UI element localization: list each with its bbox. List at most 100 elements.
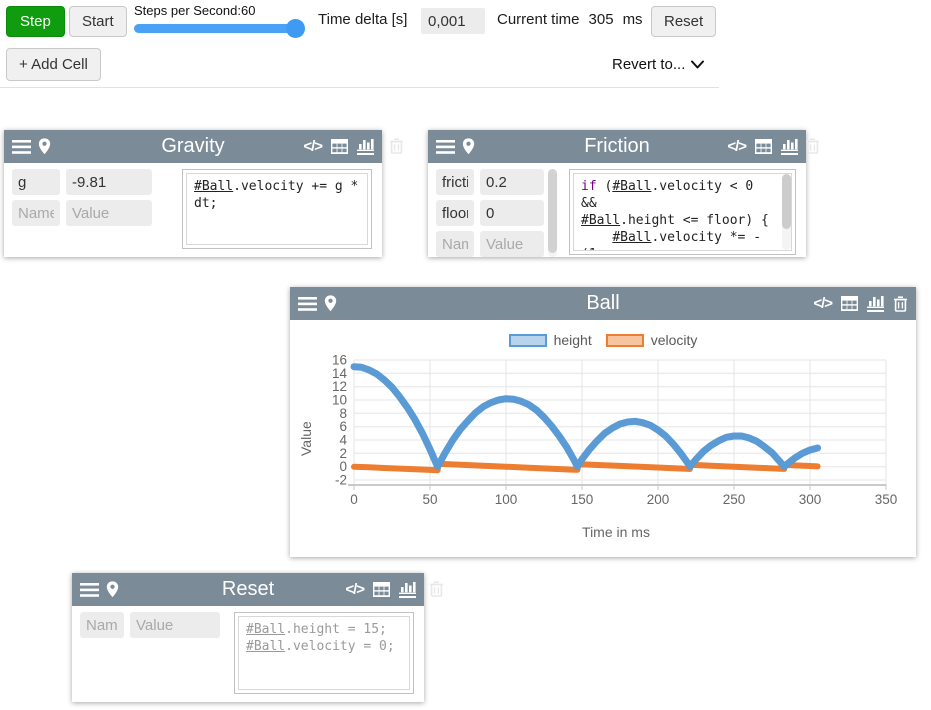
pin-icon[interactable]: [38, 138, 51, 155]
cell-gravity: Gravity </> #Ball.velocity += g *: [4, 130, 382, 257]
ball-chart[interactable]: -20246810121416050100150200250300350 Tim…: [316, 352, 916, 540]
param-value-input[interactable]: [480, 200, 544, 226]
trash-icon[interactable]: [805, 137, 820, 154]
param-value-input[interactable]: [480, 231, 544, 257]
cell-friction-header: Friction </>: [428, 130, 806, 163]
y-tick-label: 10: [332, 393, 347, 408]
table-view-icon[interactable]: [373, 582, 390, 597]
x-tick-label: 250: [723, 492, 746, 507]
param-row-empty: [80, 612, 220, 638]
revert-to-label: Revert to...: [612, 56, 685, 73]
y-tick-label: 8: [339, 406, 347, 421]
x-tick-label: 150: [571, 492, 594, 507]
cell-ball: Ball </> height velocity Value: [290, 287, 916, 557]
chart-view-icon[interactable]: [357, 138, 374, 155]
param-name-input[interactable]: [12, 169, 60, 195]
param-row: [12, 169, 152, 195]
drag-handle-icon[interactable]: [80, 583, 99, 597]
code-text[interactable]: #Ball.velocity += g * dt;: [194, 178, 360, 212]
y-tick-label: 0: [339, 459, 347, 474]
param-name-input[interactable]: [436, 200, 474, 226]
table-view-icon[interactable]: [331, 139, 348, 154]
code-view-icon[interactable]: </>: [813, 295, 832, 312]
param-row-empty: [436, 231, 544, 257]
param-row: [436, 200, 544, 226]
slider-thumb[interactable]: [286, 19, 305, 38]
drag-handle-icon[interactable]: [12, 140, 31, 154]
param-list: [436, 169, 544, 251]
trash-icon[interactable]: [389, 137, 404, 154]
step-button[interactable]: Step: [6, 6, 65, 37]
param-name-input[interactable]: [436, 169, 474, 195]
chart-view-icon[interactable]: [399, 581, 416, 598]
toolbar-divider: [0, 87, 719, 88]
pin-icon[interactable]: [106, 581, 119, 598]
drag-handle-icon[interactable]: [436, 140, 455, 154]
param-list: [12, 169, 152, 251]
chevron-down-icon: [691, 60, 704, 69]
x-tick-label: 0: [350, 492, 358, 507]
param-name-input[interactable]: [80, 612, 124, 638]
param-scrollbar[interactable]: [548, 169, 557, 257]
param-value-input[interactable]: [480, 169, 544, 195]
code-editor[interactable]: if (#Ball.velocity < 0 && #Ball.height <…: [569, 169, 796, 255]
current-time-label: Current time: [497, 11, 580, 28]
code-text[interactable]: if (#Ball.velocity < 0 && #Ball.height <…: [581, 178, 773, 251]
param-value-input[interactable]: [130, 612, 220, 638]
revert-to-dropdown[interactable]: Revert to...: [612, 56, 704, 73]
param-name-input[interactable]: [436, 231, 474, 257]
cell-ball-header: Ball </>: [290, 287, 916, 320]
trash-icon[interactable]: [429, 580, 444, 597]
series-height: [354, 367, 818, 467]
drag-handle-icon[interactable]: [298, 297, 317, 311]
y-tick-label: 16: [332, 353, 347, 368]
reset-time-button[interactable]: Reset: [651, 6, 716, 37]
start-button[interactable]: Start: [69, 6, 127, 37]
series-velocity: [354, 464, 818, 471]
legend-item-height[interactable]: height: [509, 332, 592, 348]
app-canvas: Step Start Steps per Second:60 Time delt…: [0, 0, 931, 710]
time-delta-input[interactable]: [421, 8, 485, 34]
param-row-empty: [12, 200, 152, 226]
code-editor[interactable]: #Ball.height = 15; #Ball.velocity = 0;: [234, 612, 414, 694]
chart-legend: height velocity: [290, 332, 916, 348]
x-tick-label: 100: [495, 492, 518, 507]
code-view-icon[interactable]: </>: [303, 138, 322, 155]
current-time-unit: ms: [623, 11, 643, 28]
param-value-input[interactable]: [66, 200, 152, 226]
table-view-icon[interactable]: [755, 139, 772, 154]
y-tick-label: 12: [332, 379, 347, 394]
code-view-icon[interactable]: </>: [727, 138, 746, 155]
pin-icon[interactable]: [462, 138, 475, 155]
steps-per-second-slider[interactable]: [134, 24, 297, 33]
cell-friction: Friction </>: [428, 130, 806, 257]
trash-icon[interactable]: [893, 295, 908, 312]
y-tick-label: 2: [339, 446, 347, 461]
cell-reset: Reset </> #Ball.height = 15; #Ball.veloc…: [72, 573, 424, 702]
code-view-icon[interactable]: </>: [345, 581, 364, 598]
chart-y-axis-label: Value: [298, 436, 314, 456]
ball-chart-plot[interactable]: -20246810121416050100150200250300350: [316, 352, 916, 512]
legend-label: height: [554, 332, 592, 348]
x-tick-label: 200: [647, 492, 670, 507]
code-text[interactable]: #Ball.height = 15; #Ball.velocity = 0;: [246, 621, 402, 655]
legend-swatch-velocity: [606, 334, 644, 347]
chart-view-icon[interactable]: [781, 138, 798, 155]
chart-view-icon[interactable]: [867, 295, 884, 312]
cell-gravity-header: Gravity </>: [4, 130, 382, 163]
x-tick-label: 50: [422, 492, 437, 507]
x-tick-label: 350: [875, 492, 898, 507]
add-cell-button[interactable]: + Add Cell: [6, 48, 101, 81]
pin-icon[interactable]: [324, 295, 337, 312]
table-view-icon[interactable]: [841, 296, 858, 311]
param-name-input[interactable]: [12, 200, 60, 226]
code-scrollbar[interactable]: [782, 174, 791, 250]
current-time-value: 305: [589, 11, 614, 28]
x-tick-label: 300: [799, 492, 822, 507]
code-editor[interactable]: #Ball.velocity += g * dt;: [182, 169, 372, 249]
legend-item-velocity[interactable]: velocity: [606, 332, 698, 348]
current-time-group: Current time 305 ms: [497, 11, 643, 28]
steps-per-second-label: Steps per Second:60: [134, 3, 297, 18]
cell-ball-body: height velocity Value -20246810121416050…: [290, 332, 916, 540]
param-value-input[interactable]: [66, 169, 152, 195]
